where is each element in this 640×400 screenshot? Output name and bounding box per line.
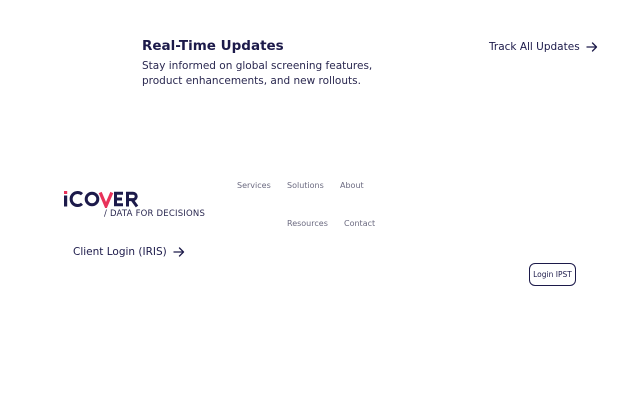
track-all-updates-link[interactable]: Track All Updates bbox=[489, 41, 598, 53]
updates-description: Stay informed on global screening featur… bbox=[142, 60, 373, 87]
footer-link-contact[interactable]: Contact bbox=[344, 219, 375, 228]
icover-logo-mark bbox=[64, 191, 139, 208]
arrow-right-icon bbox=[586, 41, 598, 53]
footer-link-resources[interactable]: Resources bbox=[287, 219, 328, 228]
footer-link-about[interactable]: About bbox=[340, 181, 364, 190]
login-ipst-button[interactable]: Login IPST bbox=[529, 263, 576, 286]
logo-tagline: / DATA FOR DECISIONS bbox=[104, 209, 206, 219]
footer-link-services[interactable]: Services bbox=[237, 181, 271, 190]
track-all-updates-label: Track All Updates bbox=[489, 41, 580, 53]
footer-link-solutions[interactable]: Solutions bbox=[287, 181, 324, 190]
client-login-label: Client Login (IRIS) bbox=[73, 246, 167, 258]
updates-title: Real-Time Updates bbox=[142, 38, 284, 54]
client-login-link[interactable]: Client Login (IRIS) bbox=[73, 246, 185, 258]
arrow-right-icon bbox=[173, 246, 185, 258]
icover-logo[interactable] bbox=[63, 190, 143, 208]
page: Real-Time Updates Stay informed on globa… bbox=[0, 0, 640, 400]
